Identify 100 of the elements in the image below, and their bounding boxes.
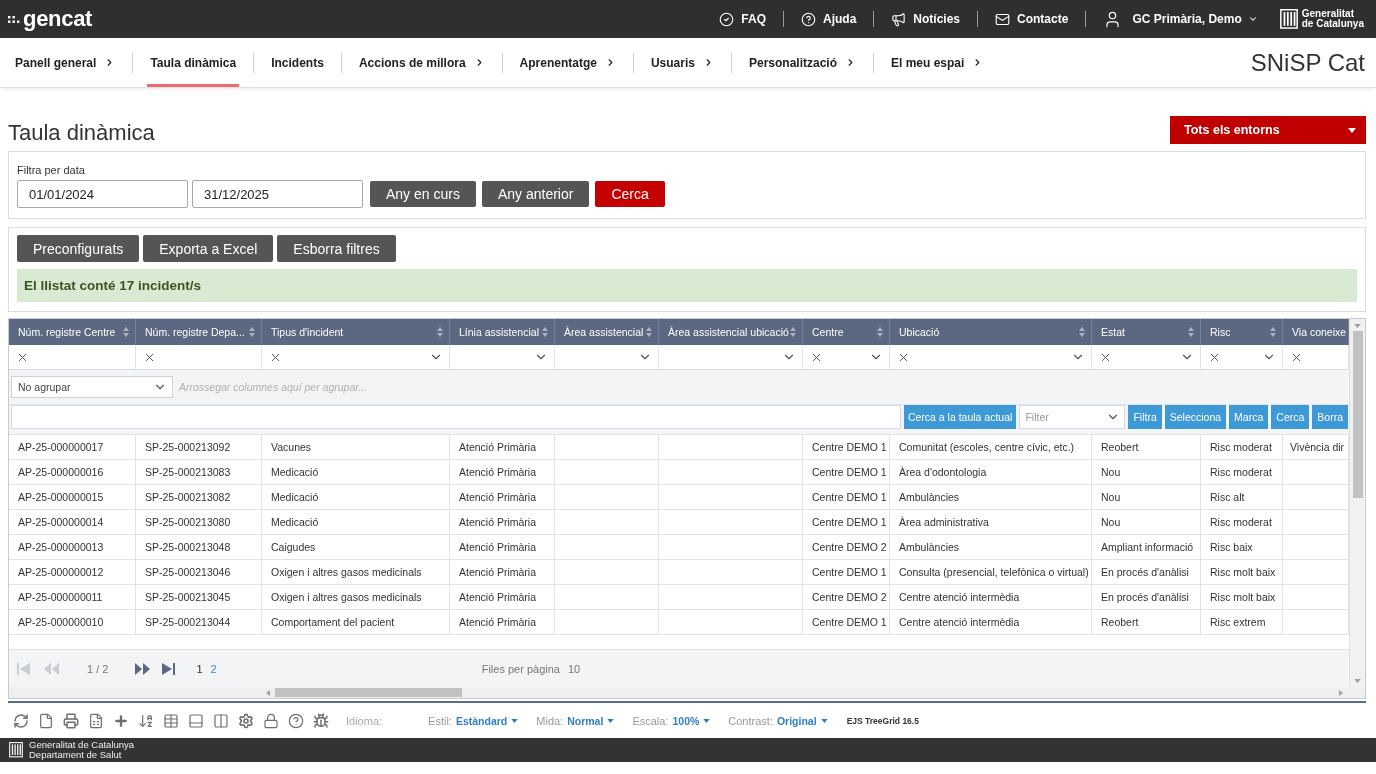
refresh-icon[interactable]: [13, 712, 29, 729]
user-menu[interactable]: GC Primària, Demo: [1103, 9, 1258, 29]
table-cell: Centre DEMO 1: [803, 510, 890, 534]
plus-icon[interactable]: [113, 712, 129, 729]
environment-dropdown[interactable]: Tots els entorns: [1170, 116, 1366, 144]
table-cell: Àrea administrativa: [890, 510, 1092, 534]
table-icon[interactable]: [163, 712, 179, 729]
table-cell: Atenció Primària: [450, 610, 555, 634]
sort-icon[interactable]: [123, 327, 129, 337]
bug-icon[interactable]: [313, 712, 329, 729]
sort-icon[interactable]: [249, 327, 255, 337]
rows-per-page-value[interactable]: 10: [567, 662, 581, 675]
table-cell: Atenció Primària: [450, 510, 555, 534]
table-cell: AP-25-000000011: [9, 585, 136, 609]
org-logo-text: de Catalunya: [1301, 19, 1364, 29]
sort-icon[interactable]: [646, 327, 652, 337]
check-circle-icon: [719, 11, 735, 27]
table-cell: Centre atenció intermèdia: [890, 610, 1092, 634]
table-cell: SP-25-000213044: [136, 610, 262, 634]
table-cell: Atenció Primària: [450, 585, 555, 609]
caret-icon: [511, 718, 519, 723]
sort-icon[interactable]: [542, 327, 548, 337]
table-cell: Vacunes: [262, 435, 450, 459]
filter-button[interactable]: Any en curs: [370, 181, 476, 207]
page-link[interactable]: 2: [210, 662, 217, 675]
table-cell: Comunitat (escoles, centre cívic, etc.): [890, 435, 1092, 459]
top-link[interactable]: Contacte: [995, 11, 1069, 27]
page-position: 1 / 2: [87, 662, 109, 675]
nav-item[interactable]: Incidents: [268, 38, 327, 87]
result-count-alert: El llistat conté 17 incident/s: [17, 269, 1357, 302]
version-label: EJS TreeGrid 16.5: [846, 715, 919, 726]
setting-dropdown[interactable]: 100%: [672, 714, 711, 727]
table-cell: Centre DEMO 1: [803, 560, 890, 584]
page-link[interactable]: 1: [196, 662, 203, 675]
lock-icon[interactable]: [263, 712, 279, 729]
setting-dropdown[interactable]: Normal: [567, 714, 615, 727]
action-button[interactable]: Esborra filtres: [277, 235, 396, 262]
action-button[interactable]: Exporta a Excel: [143, 235, 274, 262]
scroll-right-icon: [1339, 689, 1343, 696]
caret-icon: [1354, 324, 1361, 328]
crest-icon: [9, 742, 23, 758]
top-link[interactable]: Ajuda: [801, 11, 857, 27]
table-cell: En procés d'anàlisi: [1092, 585, 1201, 609]
table-cell: Ambulàncies: [890, 535, 1092, 559]
table-cell: Risc moderat: [1201, 510, 1283, 534]
help-icon[interactable]: [288, 712, 304, 729]
nav-item[interactable]: El meu espai: [888, 38, 987, 87]
table-cell: Oxigen i altres gasos medicinals: [262, 560, 450, 584]
nav-item[interactable]: Personalització: [745, 38, 859, 87]
panel-icon[interactable]: [188, 712, 204, 729]
sort-icon[interactable]: [877, 327, 883, 337]
megaphone-icon: [891, 11, 907, 27]
settings-icon[interactable]: [238, 712, 254, 729]
last-page-button[interactable]: [162, 661, 178, 676]
table-cell: Centre DEMO 1: [803, 460, 890, 484]
sort-az-icon[interactable]: [138, 712, 154, 729]
table-cell: Centre DEMO 1: [803, 610, 890, 634]
spreadsheet-icon[interactable]: [88, 712, 104, 729]
sort-icon[interactable]: [1270, 327, 1276, 337]
table-cell: Àrea d'odontologia: [890, 460, 1092, 484]
sort-icon[interactable]: [437, 327, 443, 337]
date-field[interactable]: 01/01/2024: [17, 180, 188, 208]
vertical-scrollbar[interactable]: [1349, 319, 1365, 687]
print-icon[interactable]: [63, 712, 79, 729]
table-cell: AP-25-000000017: [9, 435, 136, 459]
sort-icon[interactable]: [1079, 327, 1085, 337]
table-cell: Comportament del pacient: [262, 610, 450, 634]
filter-select[interactable]: Filter: [1019, 405, 1126, 429]
first-page-icon: [17, 661, 32, 676]
group-select[interactable]: No agrupar: [11, 376, 173, 398]
setting-dropdown[interactable]: Estàndard: [455, 714, 519, 727]
table-cell: AP-25-000000013: [9, 535, 136, 559]
action-button[interactable]: Preconfigurats: [17, 235, 140, 262]
sort-icon[interactable]: [1188, 327, 1194, 337]
nav-item[interactable]: Accions de millora: [355, 38, 488, 87]
top-link[interactable]: FAQ: [719, 11, 766, 27]
horizontal-scrollbar[interactable]: [9, 687, 1365, 698]
gencat-logo[interactable]: gencat: [23, 8, 93, 30]
group-drop-hint: Arrossegar columnes aquí per agrupar...: [179, 381, 368, 393]
table-cell: Caigudes: [262, 535, 450, 559]
nav-item[interactable]: Usuaris: [647, 38, 717, 87]
scroll-left-icon: [266, 689, 270, 696]
help-icon: [801, 11, 816, 27]
table-cell: AP-25-000000015: [9, 485, 136, 509]
table-cell: AP-25-000000016: [9, 460, 136, 484]
next-page-button[interactable]: [135, 661, 151, 676]
search-field[interactable]: [11, 405, 901, 429]
filter-button[interactable]: Cerca: [595, 181, 665, 207]
table-cell: Centre DEMO 2: [803, 585, 890, 609]
nav-item[interactable]: Panell general: [12, 38, 119, 87]
nav-item[interactable]: Taula dinàmica: [147, 38, 240, 87]
setting-dropdown[interactable]: Original: [776, 714, 828, 727]
caret-icon: [820, 718, 828, 723]
sort-icon[interactable]: [790, 327, 796, 337]
filter-button[interactable]: Any anterior: [481, 181, 590, 207]
top-link[interactable]: Notícies: [891, 11, 961, 27]
document-icon[interactable]: [38, 712, 54, 729]
columns-icon[interactable]: [213, 712, 229, 729]
nav-item[interactable]: Aprenentatge: [516, 38, 619, 87]
date-field[interactable]: 31/12/2025: [192, 180, 363, 208]
